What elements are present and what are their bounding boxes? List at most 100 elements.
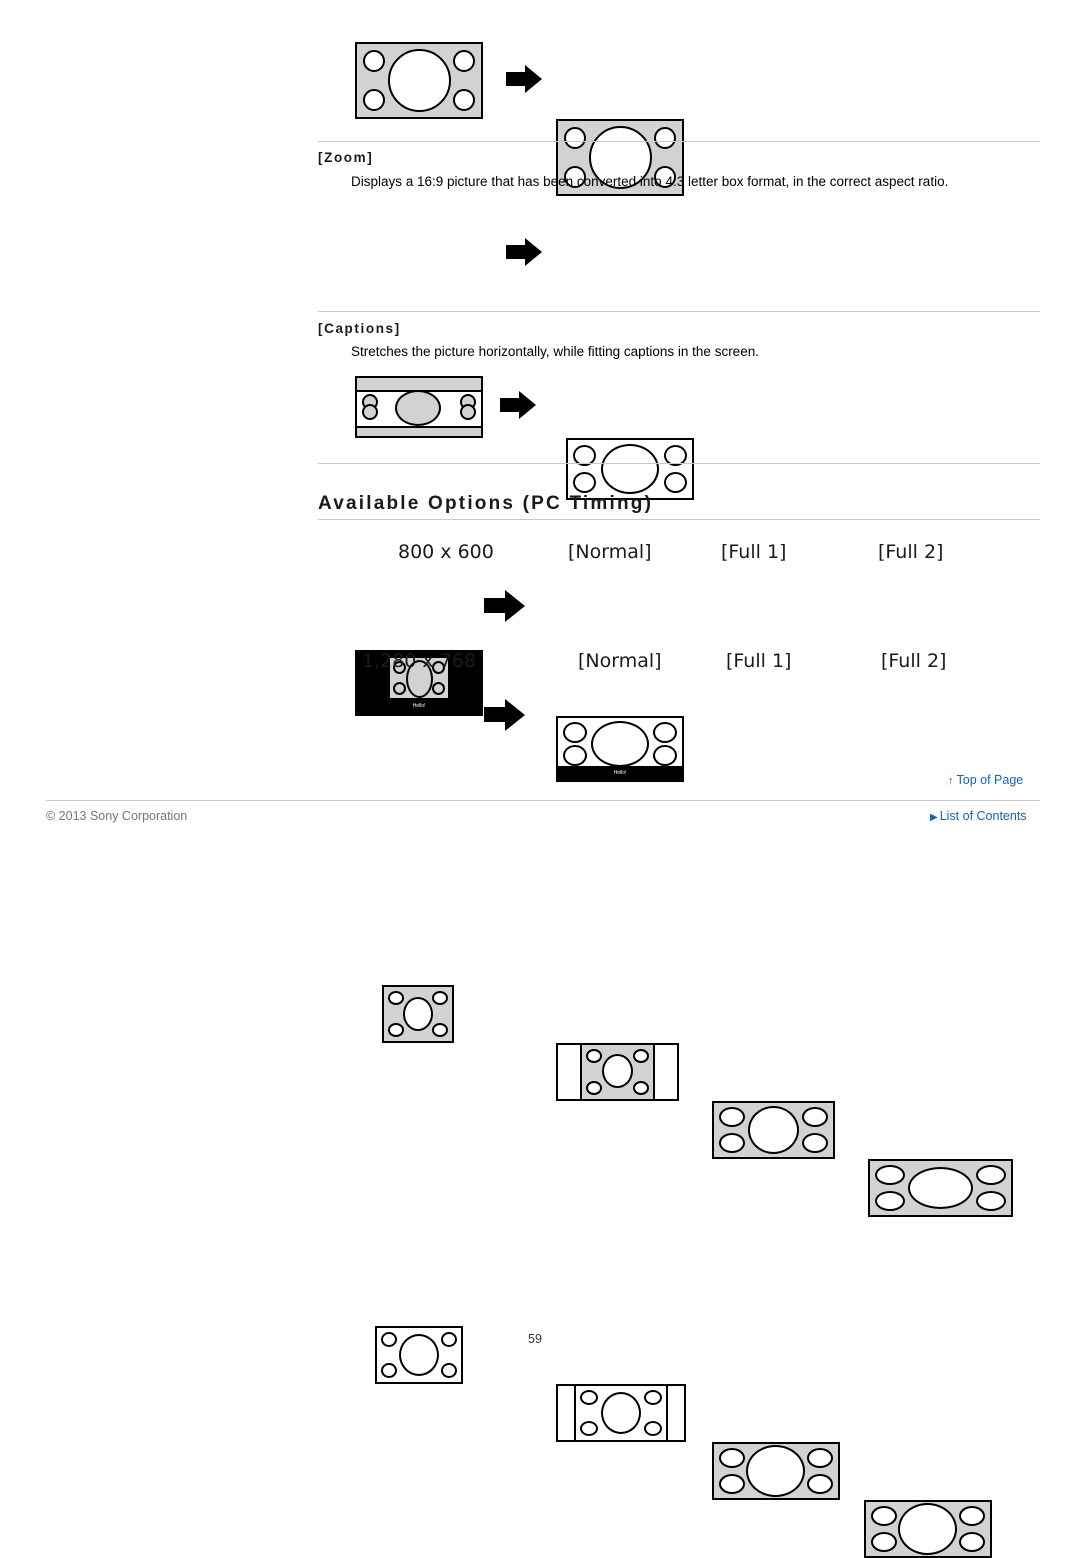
center-circle: [602, 1054, 633, 1088]
caption-text: Hello!: [388, 702, 450, 710]
diagram-pc-row-1: [0, 410, 1080, 1217]
center-circle: [395, 390, 441, 426]
center-circle: [403, 997, 433, 1031]
corner-circle: [719, 1448, 745, 1468]
corner-circle: [653, 722, 677, 743]
option-name-captions: [Captions]: [318, 321, 401, 336]
corner-circle: [563, 722, 587, 743]
center-circle: [746, 1445, 805, 1497]
corner-circle: [453, 89, 475, 111]
divider: [318, 141, 1040, 142]
corner-circle: [875, 1191, 905, 1211]
corner-circle: [381, 1363, 397, 1378]
corner-circle: [586, 1081, 602, 1095]
corner-circle: [976, 1191, 1006, 1211]
corner-circle: [633, 1081, 649, 1095]
pc-resolution-label-2: 1,280 x 768: [362, 650, 476, 672]
divider: [318, 463, 1040, 464]
corner-circle: [644, 1421, 662, 1436]
corner-circle: [976, 1165, 1006, 1185]
corner-circle: [393, 682, 406, 695]
corner-circle: [580, 1421, 598, 1436]
option-desc-zoom: Displays a 16:9 picture that has been co…: [351, 174, 949, 189]
pc-full2-screen-2: [864, 1500, 992, 1558]
corner-circle: [719, 1474, 745, 1494]
corner-circle: [959, 1532, 985, 1552]
pc-source-screen-2: [375, 1326, 463, 1384]
document-page: [Zoom] Displays a 16:9 picture that has …: [0, 0, 1080, 1558]
diagram-top: [0, 0, 1080, 196]
corner-circle: [460, 404, 476, 420]
picture-area: [574, 1386, 668, 1440]
pc-mode-label-full2-1: [Full 2]: [878, 541, 944, 563]
pc-mode-label-full1-1: [Full 1]: [721, 541, 787, 563]
divider: [318, 311, 1040, 312]
corner-circle: [432, 1023, 448, 1037]
center-circle: [898, 1503, 957, 1555]
corner-circle: [644, 1390, 662, 1405]
transform-arrow-icon: [484, 589, 526, 622]
corner-circle: [453, 50, 475, 72]
diagram-pc-row-2: [0, 642, 1080, 1558]
corner-circle: [654, 127, 676, 149]
screen-after-captions: Hello!: [556, 716, 684, 782]
pc-full1-screen-2: [712, 1442, 840, 1500]
corner-circle: [807, 1448, 833, 1468]
transform-arrow-icon: [506, 64, 542, 94]
corner-circle: [871, 1532, 897, 1552]
screen-before-zoom: [355, 376, 483, 438]
list-of-contents-link[interactable]: ▶ List of Contents: [930, 809, 1027, 823]
pc-normal-screen-1: [556, 1043, 679, 1101]
pc-mode-label-normal-2: [Normal]: [578, 650, 662, 672]
corner-circle: [802, 1133, 828, 1153]
corner-circle: [441, 1332, 457, 1347]
center-circle: [399, 1334, 439, 1376]
corner-circle: [362, 404, 378, 420]
corner-circle: [719, 1107, 745, 1127]
pc-mode-label-full2-2: [Full 2]: [881, 650, 947, 672]
screen-after-zoom: [566, 438, 694, 500]
corner-circle: [807, 1474, 833, 1494]
corner-circle: [875, 1165, 905, 1185]
triangle-right-icon: ▶: [930, 812, 938, 823]
center-circle: [601, 444, 659, 494]
pc-mode-label-full1-2: [Full 1]: [726, 650, 792, 672]
divider: [318, 519, 1040, 520]
corner-circle: [664, 472, 687, 493]
transform-arrow-icon: [484, 698, 526, 731]
corner-circle: [388, 1023, 404, 1037]
center-circle: [601, 1392, 641, 1434]
pc-full1-screen-1: [712, 1101, 835, 1159]
section-title: Available Options (PC Timing): [318, 493, 654, 514]
corner-circle: [653, 745, 677, 766]
page-number: 59: [528, 1332, 542, 1346]
caption-text: Hello!: [558, 766, 682, 780]
corner-circle: [441, 1363, 457, 1378]
option-desc-captions: Stretches the picture horizontally, whil…: [351, 344, 759, 359]
divider: [46, 800, 1040, 801]
pc-full2-screen-1: [868, 1159, 1013, 1217]
screen-before-top: [355, 42, 483, 119]
corner-circle: [363, 50, 385, 72]
corner-circle: [564, 127, 586, 149]
corner-circle: [432, 991, 448, 1005]
picture-area: [580, 1045, 655, 1099]
corner-circle: [719, 1133, 745, 1153]
center-circle: [908, 1167, 973, 1209]
transform-arrow-icon: [500, 390, 536, 420]
top-of-page-link[interactable]: ↑ Top of Page: [948, 773, 1023, 787]
center-circle: [748, 1106, 799, 1154]
list-of-contents-label: List of Contents: [939, 809, 1027, 823]
center-circle: [591, 721, 649, 767]
corner-circle: [432, 682, 445, 695]
corner-circle: [363, 89, 385, 111]
copyright-text: © 2013 Sony Corporation: [46, 809, 188, 823]
pc-source-screen-1: [382, 985, 454, 1043]
corner-circle: [586, 1049, 602, 1063]
corner-circle: [580, 1390, 598, 1405]
pc-mode-label-normal-1: [Normal]: [568, 541, 652, 563]
corner-circle: [802, 1107, 828, 1127]
corner-circle: [573, 472, 596, 493]
transform-arrow-icon: [506, 237, 542, 267]
top-of-page-label: Top of Page: [956, 773, 1024, 787]
